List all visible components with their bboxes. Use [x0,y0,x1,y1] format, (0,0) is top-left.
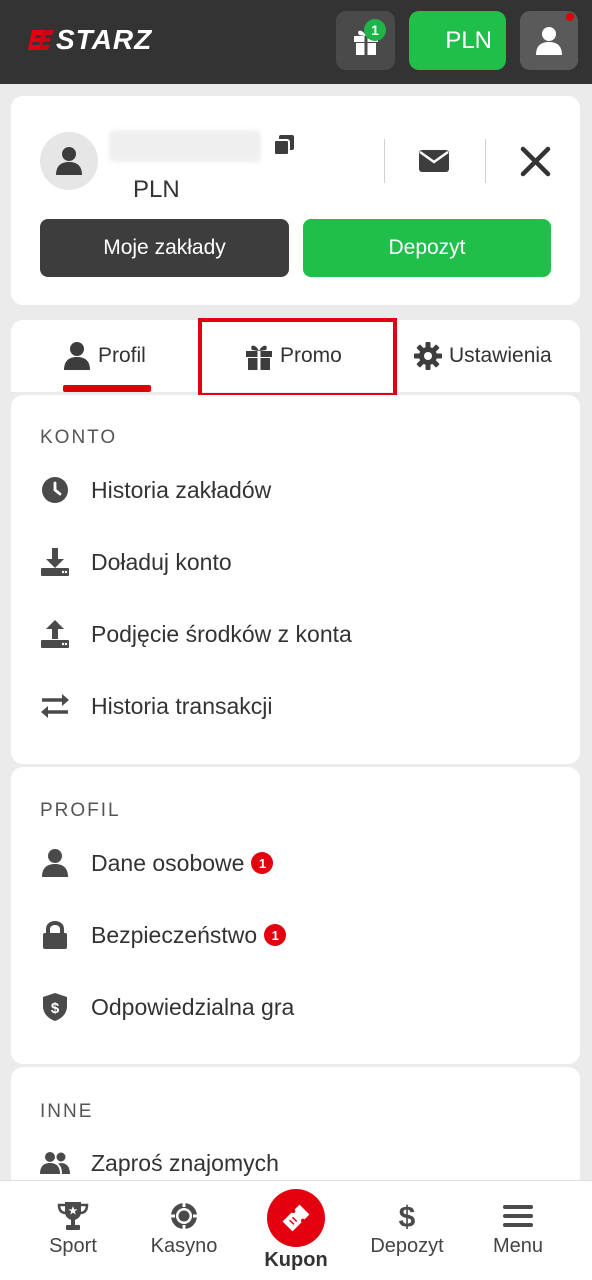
menu-item-doladuj-konto[interactable]: Doładuj konto [40,542,232,582]
svg-text:$: $ [51,1000,60,1017]
nav-label: Kasyno [150,1235,218,1257]
notification-dot [566,13,574,21]
account-currency: PLN [133,176,180,203]
promo-tab-highlight [198,318,397,397]
notification-badge: 1 [264,924,287,946]
bottom-navigation: Sport Kasyno Kupon $ Depozyt Menu [0,1180,592,1280]
menu-item-label: Zaproś znajomych [91,1149,279,1176]
menu-item-label: Historia transakcji [91,692,273,719]
menu-item-label: Dane osobowe [91,849,245,876]
menu-item-historia-zakladow[interactable]: Historia zakładów [40,470,271,510]
my-bets-button[interactable]: Moje zakłady [40,219,289,277]
konto-section: KONTO Historia zakładów Doładuj konto Po… [11,395,580,764]
mail-icon[interactable] [419,150,449,172]
profil-section: PROFIL Dane osobowe 1 Bezpieczeństwo 1 $… [11,767,580,1064]
close-icon[interactable] [520,146,551,177]
casino-chip-icon [170,1202,198,1230]
ticket-icon [282,1204,310,1232]
logo-mark-icon [28,30,54,50]
section-title: KONTO [40,427,118,448]
users-icon [40,1152,70,1174]
gift-count-badge: 1 [364,19,386,41]
svg-text:$: $ [399,1201,416,1231]
tab-label: Ustawienia [449,344,552,367]
person-icon [64,342,90,370]
clock-icon [42,477,68,503]
account-card: PLN Moje zakłady Depozyt [11,96,580,305]
brand-logo[interactable]: STARZ [28,24,152,56]
nav-depozyt[interactable]: $ Depozyt [357,1181,457,1280]
user-icon [536,26,562,55]
tab-profil[interactable]: Profil [63,320,146,392]
deposit-button[interactable]: Depozyt [303,219,551,277]
lock-icon [43,921,67,949]
nav-label: Menu [492,1235,544,1257]
copy-icon[interactable] [273,134,295,156]
section-title: INNE [40,1101,94,1122]
menu-item-label: Podjęcie środków z konta [91,620,352,647]
username-hidden [109,130,261,162]
gift-button[interactable]: 1 [336,11,395,70]
trophy-icon [57,1202,89,1230]
menu-item-label: Odpowiedzialna gra [91,993,295,1020]
upload-icon [41,620,69,648]
exchange-arrows-icon [41,694,69,718]
nav-label: Sport [49,1235,97,1257]
menu-item-historia-transakcji[interactable]: Historia transakcji [40,686,273,726]
nav-sport[interactable]: Sport [23,1181,123,1280]
menu-item-zapros-znajomych[interactable]: Zaproś znajomych [40,1143,279,1183]
section-title: PROFIL [40,800,121,821]
notification-badge: 1 [251,852,274,874]
currency-button[interactable]: PLN [409,11,506,70]
menu-item-bezpieczenstwo[interactable]: Bezpieczeństwo 1 [40,915,287,955]
top-bar: STARZ 1 PLN [0,0,592,84]
nav-kupon[interactable]: Kupon [246,1181,346,1280]
menu-item-label: Bezpieczeństwo [91,921,258,948]
logo-text: STARZ [56,24,153,55]
menu-item-label: Historia zakładów [91,476,272,503]
nav-menu[interactable]: Menu [468,1181,568,1280]
menu-item-odpowiedzialna-gra[interactable]: $ Odpowiedzialna gra [40,987,294,1027]
menu-item-label: Doładuj konto [91,548,232,575]
tab-label: Profil [98,344,146,367]
nav-kasyno[interactable]: Kasyno [134,1181,234,1280]
divider [384,139,385,183]
active-tab-indicator [63,385,151,392]
tab-ustawienia[interactable]: Ustawienia [414,320,552,392]
menu-item-dane-osobowe[interactable]: Dane osobowe 1 [40,843,274,883]
gear-icon [414,342,442,370]
user-account-button[interactable] [520,11,578,70]
person-icon [42,849,68,877]
avatar-person-icon [56,147,82,175]
download-icon [41,548,69,576]
nav-label: Depozyt [370,1235,444,1257]
nav-label: Kupon [264,1249,328,1271]
divider [485,139,486,183]
avatar [40,132,98,190]
hamburger-icon [503,1205,533,1227]
kupon-button[interactable] [267,1189,325,1247]
menu-item-podjecie-srodkow[interactable]: Podjęcie środków z konta [40,614,352,654]
shield-dollar-icon: $ [43,993,67,1021]
dollar-icon: $ [399,1201,416,1231]
